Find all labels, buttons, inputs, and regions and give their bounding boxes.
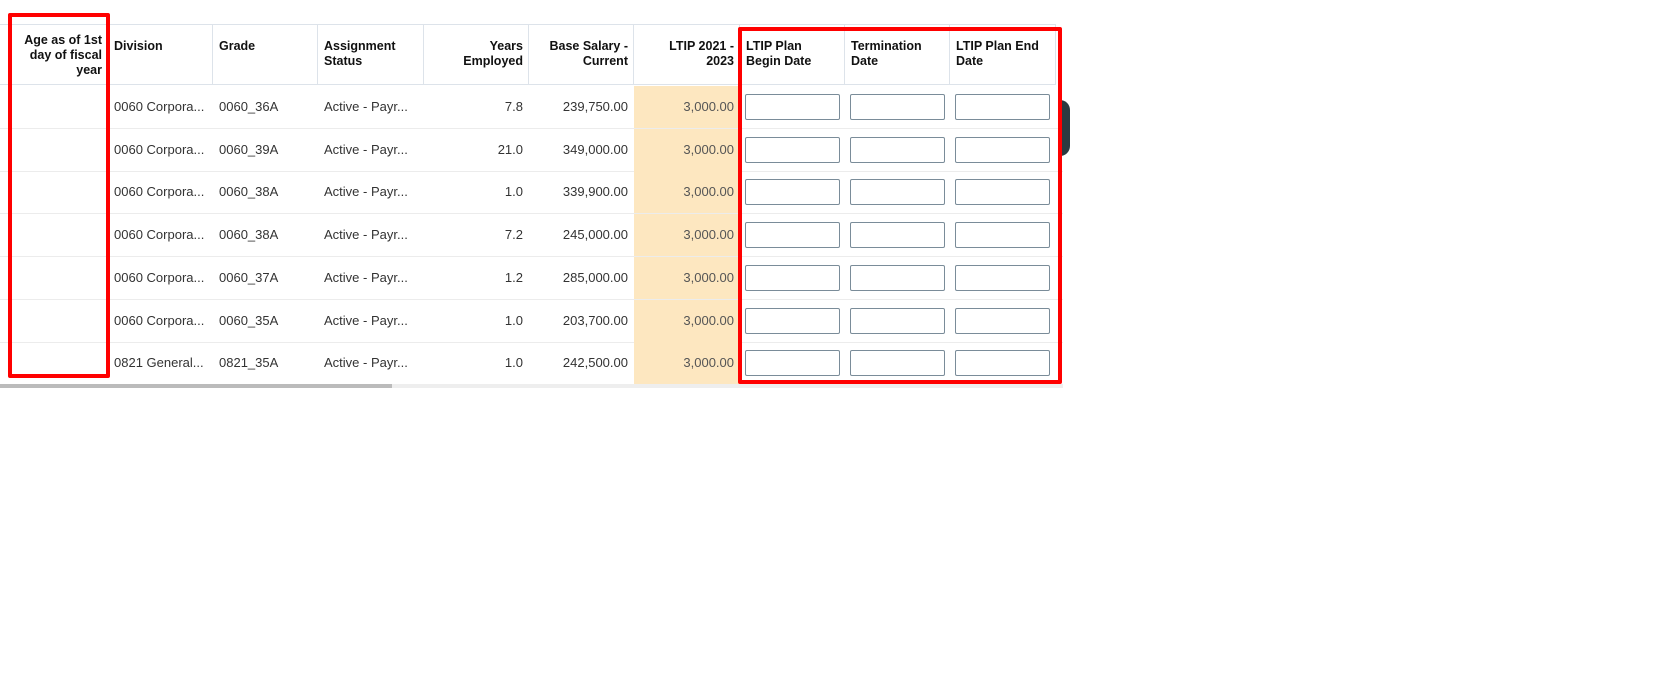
grade-cell: 0060_37A (219, 269, 279, 285)
division-cell: 0060 Corpora... (114, 99, 205, 114)
base-salary-cell: 242,500.00 (562, 355, 628, 371)
assignment-status-cell: Active - Payr... (324, 184, 408, 200)
years-employed-cell: 1.0 (504, 184, 523, 200)
years-employed-cell: 7.8 (504, 99, 523, 114)
division-cell: 0060 Corpora... (114, 312, 205, 328)
base-salary-cell: 339,900.00 (562, 184, 628, 200)
division-cell: 0060 Corpora... (114, 227, 205, 243)
grade-cell: 0060_35A (219, 312, 279, 328)
assignment-status-cell: Active - Payr... (324, 312, 408, 328)
grade-cell: 0060_38A (219, 227, 279, 243)
grade-cell: 0060_39A (219, 141, 279, 157)
years-employed-cell: 21.0 (497, 141, 523, 157)
ltip-2021-2023-cell: 3,000.00 (634, 256, 740, 299)
column-header-assignment-status[interactable]: Assignment Status (318, 24, 424, 85)
division-cell: 0060 Corpora... (114, 184, 205, 200)
highlight-box-age-column (8, 13, 110, 378)
assignment-status-cell: Active - Payr... (324, 269, 408, 285)
assignment-status-cell: Active - Payr... (324, 99, 408, 114)
division-cell: 0060 Corpora... (114, 269, 205, 285)
scrollbar-thumb[interactable] (0, 384, 392, 388)
division-cell: 0060 Corpora... (114, 141, 205, 157)
base-salary-cell: 349,000.00 (562, 141, 628, 157)
column-header-base-salary[interactable]: Base Salary - Current (529, 24, 634, 85)
column-header-years-employed[interactable]: Years Employed (424, 24, 529, 85)
ltip-2021-2023-cell: 3,000.00 (634, 128, 740, 171)
base-salary-cell: 239,750.00 (562, 99, 628, 114)
ltip-2021-2023-cell: 3,000.00 (634, 342, 740, 385)
ltip-2021-2023-cell: 3,000.00 (634, 86, 740, 128)
column-header-ltip-2021-2023[interactable]: LTIP 2021 - 2023 (634, 24, 740, 85)
column-header-grade[interactable]: Grade (213, 24, 318, 85)
years-employed-cell: 1.0 (504, 312, 523, 328)
division-cell: 0821 General... (114, 355, 204, 371)
base-salary-cell: 285,000.00 (562, 269, 628, 285)
base-salary-cell: 203,700.00 (562, 312, 628, 328)
years-employed-cell: 1.2 (504, 269, 523, 285)
highlight-box-date-columns (738, 27, 1062, 384)
horizontal-scrollbar[interactable] (0, 384, 1063, 388)
base-salary-cell: 245,000.00 (562, 227, 628, 243)
ltip-2021-2023-cell: 3,000.00 (634, 214, 740, 257)
ltip-2021-2023-cell: 3,000.00 (634, 299, 740, 342)
assignment-status-cell: Active - Payr... (324, 141, 408, 157)
assignment-status-cell: Active - Payr... (324, 227, 408, 243)
years-employed-cell: 7.2 (504, 227, 523, 243)
ltip-2021-2023-cell: 3,000.00 (634, 171, 740, 214)
grade-cell: 0821_35A (219, 355, 279, 371)
years-employed-cell: 1.0 (504, 355, 523, 371)
grade-cell: 0060_38A (219, 184, 279, 200)
column-header-division[interactable]: Division (108, 24, 213, 85)
grade-cell: 0060_36A (219, 99, 279, 114)
assignment-status-cell: Active - Payr... (324, 355, 408, 371)
